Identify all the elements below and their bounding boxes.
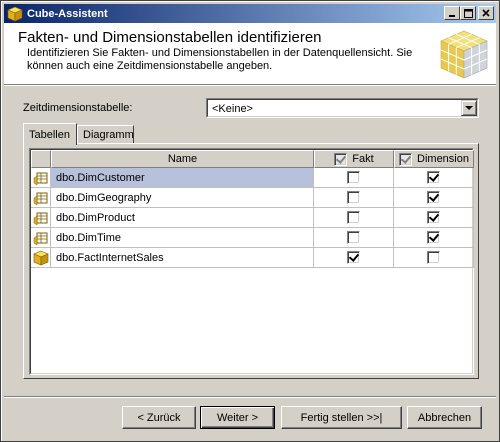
dimension-table-icon [31,188,51,208]
cancel-button-label: Abbrechen [417,411,472,424]
title-bar[interactable]: Cube-Assistent [4,4,496,23]
finish-button-label: Fertig stellen >>| [300,411,383,424]
table-row-name[interactable]: dbo.DimCustomer [51,168,314,188]
fact-checkbox[interactable] [347,211,360,224]
dimension-checkbox[interactable] [427,191,440,204]
table-row-name[interactable]: dbo.DimTime [51,228,314,248]
tab-tabellen[interactable]: Tabellen [23,123,77,145]
column-header-fact[interactable]: Fakt [314,150,394,168]
fact-checkbox[interactable] [347,171,360,184]
time-dimension-label: Zeitdimensionstabelle: [23,102,133,114]
table-row-name[interactable]: dbo.DimProduct [51,208,314,228]
window-title: Cube-Assistent [27,7,108,20]
maximize-icon [463,8,473,18]
next-button-label: Weiter > [216,411,259,424]
finish-button[interactable]: Fertig stellen >>| [281,406,402,429]
cube-grid-icon [440,30,488,79]
table-row-name[interactable]: dbo.FactInternetSales [51,248,314,268]
wizard-header: Fakten- und Dimensionstabellen identifiz… [4,23,496,85]
minimize-icon [449,15,455,17]
close-button[interactable] [478,6,494,20]
column-header-fact-label: Fakt [352,153,374,165]
tab-diagramm[interactable]: Diagramm [77,125,134,145]
column-header-name[interactable]: Name [51,150,314,168]
table-row-name[interactable]: dbo.DimGeography [51,188,314,208]
column-header-name-label: Name [167,153,198,165]
fact-select-all-checkbox[interactable] [334,152,348,166]
chevron-down-icon[interactable] [461,100,477,116]
dimension-checkbox[interactable] [427,231,440,244]
fact-table-icon [31,248,51,268]
table-grid: Name Fakt Dimension dbo.DimCustomer dbo.… [29,148,474,375]
dimension-table-icon [31,168,51,188]
close-icon [482,9,490,17]
dimension-table-icon [31,208,51,228]
cancel-button[interactable]: Abbrechen [407,406,482,429]
tab-tabellen-label: Tabellen [29,128,70,141]
time-dimension-value: <Keine> [212,103,253,115]
dimension-checkbox[interactable] [427,171,440,184]
dimension-select-all-checkbox[interactable] [399,152,413,166]
time-dimension-dropdown[interactable]: <Keine> [206,98,479,118]
back-button-label: < Zurück [137,411,181,424]
dimension-checkbox[interactable] [427,251,440,264]
dimension-checkbox[interactable] [427,211,440,224]
column-header-dimension-label: Dimension [417,153,469,165]
minimize-button[interactable] [444,6,460,20]
dimension-table-icon [31,228,51,248]
fact-checkbox[interactable] [347,251,360,264]
cube-icon [7,6,23,21]
column-header-dimension[interactable]: Dimension [394,150,474,168]
fact-checkbox[interactable] [347,191,360,204]
back-button[interactable]: < Zurück [122,406,196,429]
row-indicator-header [31,150,51,168]
fact-checkbox[interactable] [347,231,360,244]
page-title: Fakten- und Dimensionstabellen identifiz… [18,29,322,46]
tab-diagramm-label: Diagramm [83,129,134,141]
page-description: Identifizieren Sie Fakten- und Dimension… [27,47,413,72]
cube-wizard-window: Cube-Assistent Fakten- und Dimensionstab… [0,0,500,442]
next-button[interactable]: Weiter > [200,406,275,429]
maximize-button[interactable] [460,6,476,20]
